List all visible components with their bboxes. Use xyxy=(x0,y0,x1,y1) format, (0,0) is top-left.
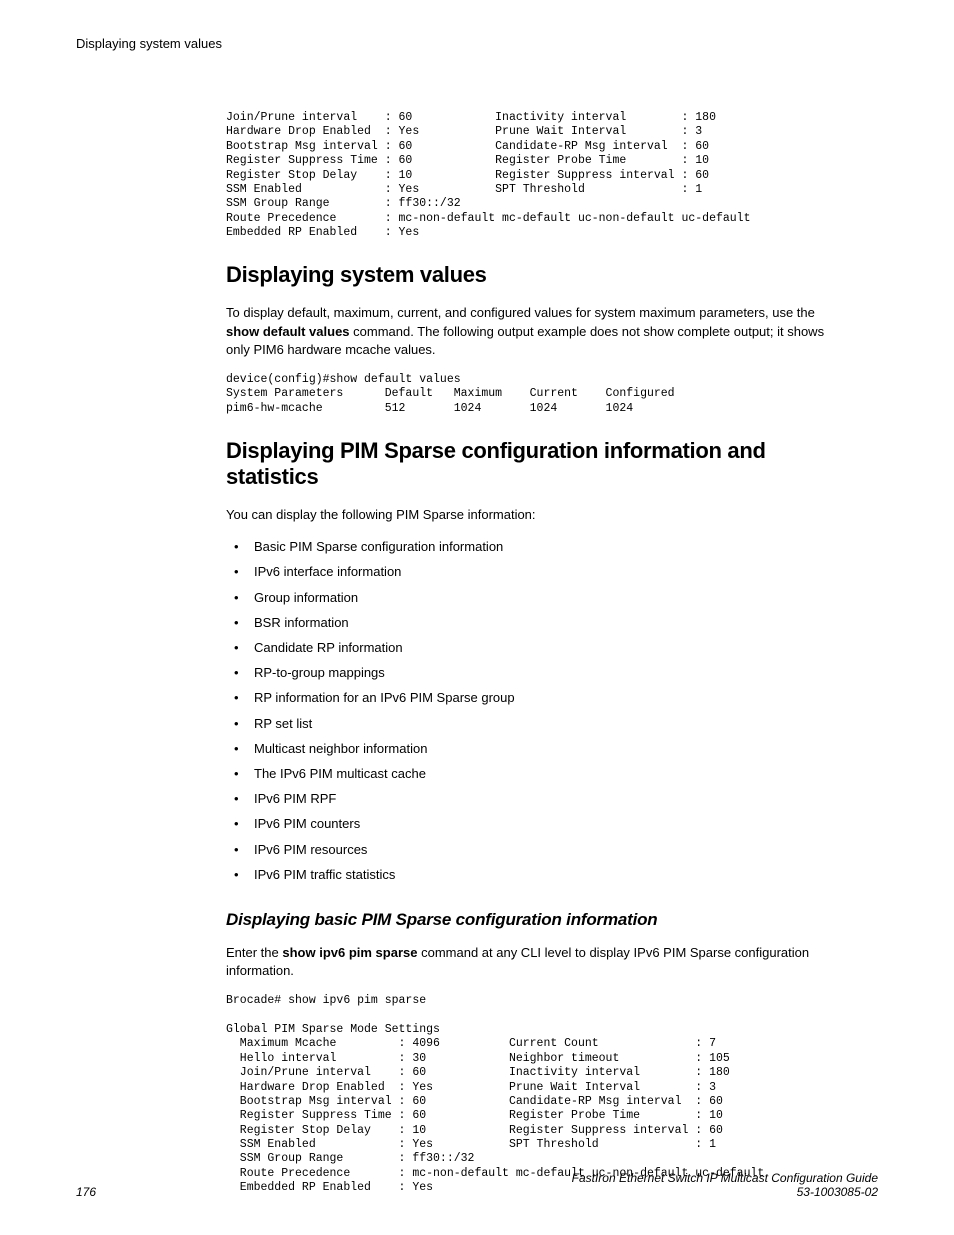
code-output-2: device(config)#show default values Syste… xyxy=(226,373,848,416)
list-item: RP-to-group mappings xyxy=(254,664,848,682)
list-item: Group information xyxy=(254,589,848,607)
code-output-1: Join/Prune interval : 60 Inactivity inte… xyxy=(226,111,848,240)
doc-number: 53-1003085-02 xyxy=(572,1185,878,1199)
list-item: RP information for an IPv6 PIM Sparse gr… xyxy=(254,689,848,707)
footer-doc-info: FastIron Ethernet Switch IP Multicast Co… xyxy=(572,1171,878,1199)
list-item: IPv6 PIM RPF xyxy=(254,790,848,808)
subsection-paragraph: Enter the show ipv6 pim sparse command a… xyxy=(226,944,848,980)
page-header: Displaying system values xyxy=(76,36,878,51)
command-bold: show ipv6 pim sparse xyxy=(282,945,417,960)
section2-intro: You can display the following PIM Sparse… xyxy=(226,506,848,524)
command-bold: show default values xyxy=(226,324,350,339)
doc-title: FastIron Ethernet Switch IP Multicast Co… xyxy=(572,1171,878,1185)
para-text-before: To display default, maximum, current, an… xyxy=(226,305,815,320)
list-item: Basic PIM Sparse configuration informati… xyxy=(254,538,848,556)
para-text-before: Enter the xyxy=(226,945,282,960)
list-item: The IPv6 PIM multicast cache xyxy=(254,765,848,783)
list-item: IPv6 interface information xyxy=(254,563,848,581)
page-footer: 176 FastIron Ethernet Switch IP Multicas… xyxy=(76,1171,878,1199)
section1-paragraph: To display default, maximum, current, an… xyxy=(226,304,848,359)
page-number: 176 xyxy=(76,1185,96,1199)
pim-info-list: Basic PIM Sparse configuration informati… xyxy=(226,538,848,884)
section-title-system-values: Displaying system values xyxy=(226,262,848,288)
list-item: IPv6 PIM resources xyxy=(254,841,848,859)
subsection-title-basic-pim: Displaying basic PIM Sparse configuratio… xyxy=(226,910,848,930)
section-title-pim-sparse: Displaying PIM Sparse configuration info… xyxy=(226,438,848,490)
code-output-3: Brocade# show ipv6 pim sparse Global PIM… xyxy=(226,994,848,1195)
list-item: Multicast neighbor information xyxy=(254,740,848,758)
list-item: IPv6 PIM traffic statistics xyxy=(254,866,848,884)
list-item: BSR information xyxy=(254,614,848,632)
list-item: IPv6 PIM counters xyxy=(254,815,848,833)
list-item: RP set list xyxy=(254,715,848,733)
list-item: Candidate RP information xyxy=(254,639,848,657)
